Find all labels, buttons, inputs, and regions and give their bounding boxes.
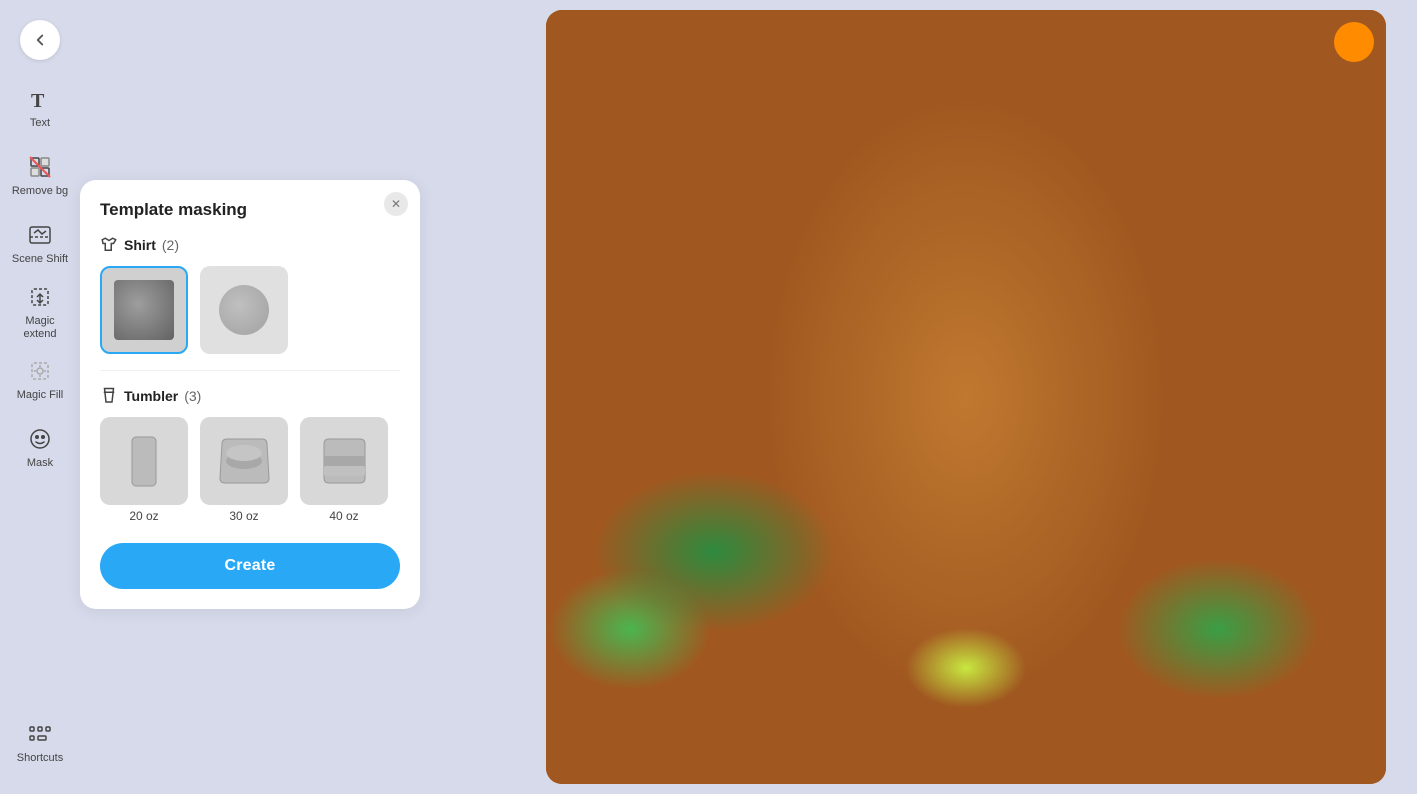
- magic-extend-label: Magic extend: [8, 315, 72, 341]
- tumbler-count: (3): [184, 388, 201, 404]
- shirt-label: Shirt: [124, 237, 156, 253]
- shirt-thumb-1-preview: [114, 280, 174, 340]
- shirt-count: (2): [162, 237, 179, 253]
- tumbler-40oz-label: 40 oz: [329, 509, 358, 523]
- mask-label: Mask: [27, 457, 53, 470]
- panel-container: ✕ Template masking Shirt (2): [80, 0, 520, 794]
- tumbler-thumb-40oz-box[interactable]: [300, 417, 388, 505]
- shirt-thumb-2[interactable]: [200, 266, 288, 354]
- shirt-icon: [100, 236, 118, 254]
- tumbler-section-header: Tumbler (3): [100, 387, 400, 405]
- tumbler-30-shape: [217, 436, 272, 486]
- shirt-section-header: Shirt (2): [100, 236, 400, 254]
- canvas-area: [520, 0, 1417, 794]
- sidebar-item-magic-extend[interactable]: Magic extend: [8, 280, 72, 344]
- tumbler-20oz-label: 20 oz: [129, 509, 158, 523]
- magic-extend-icon: [26, 283, 54, 311]
- panel-close-button[interactable]: ✕: [384, 192, 408, 216]
- magic-fill-icon: [26, 357, 54, 385]
- tumbler-thumb-30oz-box[interactable]: [200, 417, 288, 505]
- panel-title: Template masking: [100, 200, 400, 220]
- tumbler-40-shape: [317, 436, 372, 486]
- shortcuts-icon: [26, 720, 54, 748]
- tumbler-20-shape: [124, 434, 164, 489]
- sidebar-item-magic-fill[interactable]: Magic Fill: [8, 348, 72, 412]
- remove-bg-icon: [26, 153, 54, 181]
- shirt-thumb-2-box[interactable]: [200, 266, 288, 354]
- tumbler-thumb-30oz[interactable]: 30 oz: [200, 417, 288, 523]
- canvas-image: [546, 10, 1386, 784]
- sidebar-item-shortcuts[interactable]: Shortcuts: [0, 720, 80, 764]
- canvas-wrapper: [546, 10, 1386, 784]
- magic-fill-label: Magic Fill: [17, 389, 63, 402]
- shirt-thumb-1[interactable]: [100, 266, 188, 354]
- tumbler-30oz-label: 30 oz: [229, 509, 258, 523]
- scene-shift-label: Scene Shift: [12, 253, 68, 266]
- left-sidebar: T Text Remove bg Scene Shift: [0, 0, 80, 794]
- orange-dot-indicator: [1334, 22, 1374, 62]
- text-label: Text: [30, 117, 50, 130]
- tumbler-thumb-40oz[interactable]: 40 oz: [300, 417, 388, 523]
- remove-bg-label: Remove bg: [12, 185, 68, 198]
- scene-shift-icon: [26, 221, 54, 249]
- tumbler-thumb-20oz[interactable]: 20 oz: [100, 417, 188, 523]
- text-icon: T: [26, 85, 54, 113]
- mask-icon: [26, 425, 54, 453]
- sidebar-item-remove-bg[interactable]: Remove bg: [8, 144, 72, 208]
- sidebar-item-text[interactable]: T Text: [8, 76, 72, 140]
- tumbler-icon: [100, 387, 118, 405]
- tumbler-thumb-20oz-box[interactable]: [100, 417, 188, 505]
- section-divider: [100, 370, 400, 371]
- sidebar-item-mask[interactable]: Mask: [8, 416, 72, 480]
- sidebar-item-scene-shift[interactable]: Scene Shift: [8, 212, 72, 276]
- tumbler-thumbnails: 20 oz 30 oz: [100, 417, 400, 523]
- tumbler-label: Tumbler: [124, 388, 178, 404]
- back-button[interactable]: [20, 20, 60, 60]
- svg-text:T: T: [31, 90, 45, 111]
- template-panel: ✕ Template masking Shirt (2): [80, 180, 420, 609]
- shirt-thumbnails: [100, 266, 400, 354]
- shirt-thumb-1-box[interactable]: [100, 266, 188, 354]
- create-button[interactable]: Create: [100, 543, 400, 589]
- shirt-thumb-2-preview: [219, 285, 269, 335]
- shortcuts-label: Shortcuts: [17, 752, 63, 764]
